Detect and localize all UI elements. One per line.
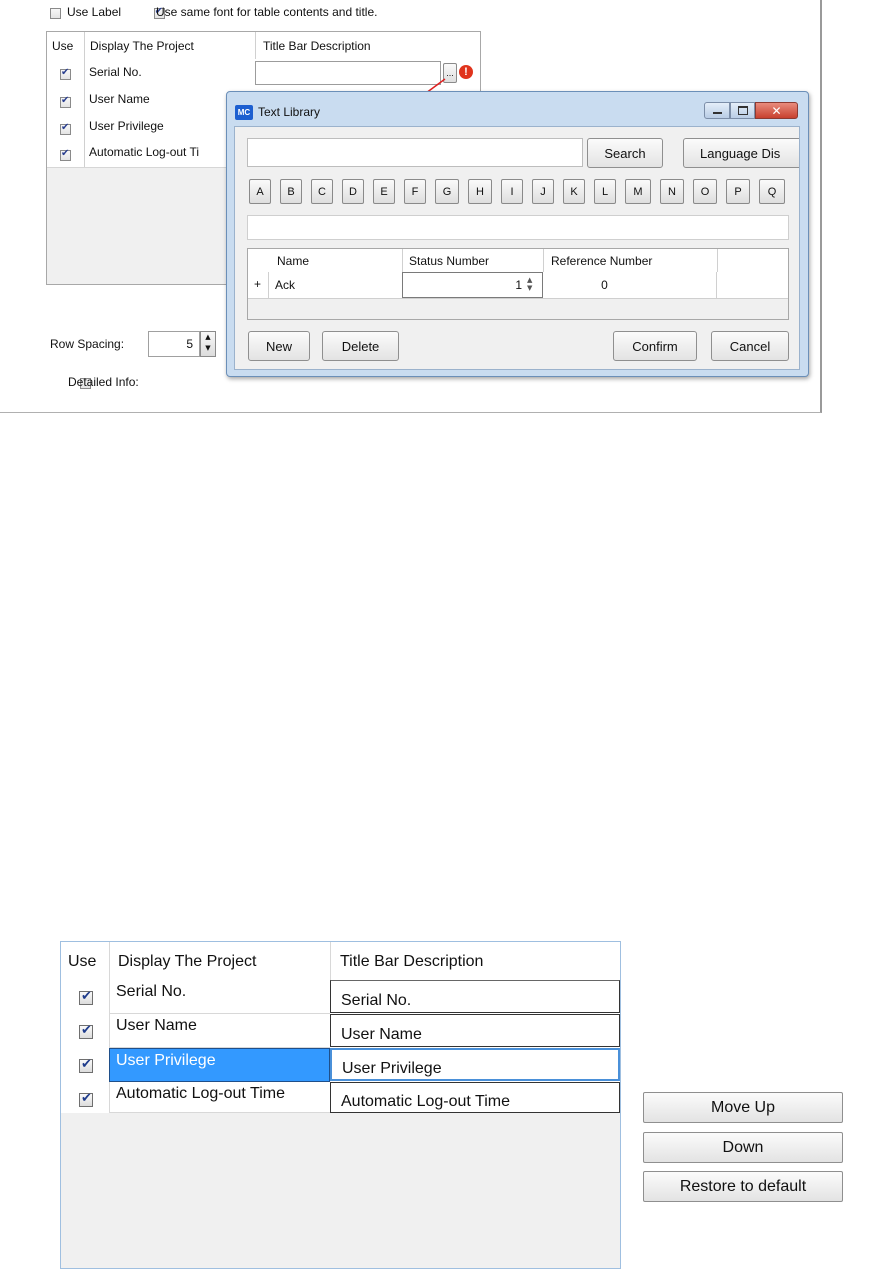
use-label-checkbox[interactable] — [50, 8, 61, 19]
row-title-bar-field[interactable]: Automatic Log-out Time — [330, 1082, 620, 1113]
row-spacing-label: Row Spacing: — [50, 337, 125, 351]
row-title-bar-field[interactable]: Serial No. — [330, 980, 620, 1013]
row-display-name: Automatic Log-out Time — [109, 1082, 330, 1113]
header-divider — [109, 942, 110, 980]
header-use: Use — [52, 39, 74, 53]
client-area: Search Language Dis A B C D E F G H I J … — [234, 126, 800, 370]
cancel-button[interactable]: Cancel — [711, 331, 789, 361]
row-use-checkbox[interactable] — [79, 1091, 93, 1107]
letter-button-g[interactable]: G — [435, 179, 459, 204]
language-display-button[interactable]: Language Dis — [683, 138, 799, 168]
row-title-bar-field[interactable]: User Privilege — [330, 1048, 620, 1081]
letter-button-c[interactable]: C — [311, 179, 333, 204]
row-display-name: User Name — [89, 92, 150, 106]
table-row-selected[interactable]: User Privilege User Privilege — [61, 1048, 620, 1082]
search-button[interactable]: Search — [587, 138, 663, 168]
header-name: Name — [277, 254, 310, 268]
name-cell[interactable]: Ack — [268, 272, 402, 298]
confirm-button[interactable]: Confirm — [613, 331, 697, 361]
letter-button-f[interactable]: F — [404, 179, 426, 204]
delete-button[interactable]: Delete — [322, 331, 399, 361]
warning-icon: ! — [459, 65, 473, 79]
row-display-name: Serial No. — [89, 65, 142, 79]
letter-button-p[interactable]: P — [726, 179, 750, 204]
close-button[interactable]: ✕ — [755, 102, 798, 119]
header-divider — [255, 32, 256, 59]
row-use-checkbox[interactable] — [79, 989, 93, 1005]
table-row[interactable]: Serial No. Serial No. — [61, 980, 620, 1014]
letter-button-q[interactable]: Q — [759, 179, 785, 204]
table-row[interactable]: + Ack 1 ▲ ▼ 0 — [248, 272, 788, 299]
header-divider — [543, 249, 544, 272]
row-use-checkbox[interactable] — [60, 67, 71, 80]
header-reference-number: Reference Number — [551, 254, 653, 268]
search-input[interactable] — [247, 138, 583, 167]
library-table: Name Status Number Reference Number + Ac… — [247, 248, 789, 320]
restore-default-button[interactable]: Restore to default — [643, 1171, 843, 1202]
letter-button-i[interactable]: I — [501, 179, 523, 204]
table-row[interactable]: User Name User Name — [61, 1014, 620, 1048]
status-number-cell[interactable]: 1 — [402, 272, 543, 298]
row-display-name: User Privilege — [89, 119, 164, 133]
column-divider — [84, 59, 85, 167]
row-display-name: User Name — [109, 1014, 330, 1048]
row-use-checkbox[interactable] — [79, 1057, 93, 1073]
use-label-text: Use Label — [67, 5, 122, 19]
letter-button-a[interactable]: A — [249, 179, 271, 204]
letter-button-n[interactable]: N — [660, 179, 684, 204]
letter-button-d[interactable]: D — [342, 179, 364, 204]
move-up-button[interactable]: Move Up — [643, 1092, 843, 1123]
header-title-bar-description: Title Bar Description — [340, 953, 484, 970]
table-row[interactable]: Automatic Log-out Time Automatic Log-out… — [61, 1082, 620, 1113]
row-spacing-input[interactable]: 5 — [148, 331, 200, 357]
text-library-window: MC Text Library ✕ Search Language Dis A … — [226, 91, 809, 377]
row-display-name: Serial No. — [109, 980, 330, 1014]
letter-button-h[interactable]: H — [468, 179, 492, 204]
new-button[interactable]: New — [248, 331, 310, 361]
maximize-icon — [737, 106, 748, 115]
filter-field[interactable] — [247, 215, 789, 240]
status-spinner-icon[interactable]: ▲ ▼ — [527, 276, 532, 292]
letter-button-m[interactable]: M — [625, 179, 651, 204]
property-dialog: Use Label Use same font for table conten… — [0, 0, 822, 413]
zoomed-column-table: Use Display The Project Title Bar Descri… — [60, 941, 621, 1269]
expand-icon[interactable]: + — [254, 277, 261, 291]
library-table-header — [248, 249, 788, 273]
minimize-button[interactable] — [704, 102, 730, 119]
row-use-checkbox[interactable] — [60, 148, 71, 161]
maximize-button[interactable] — [730, 102, 755, 119]
header-divider — [402, 249, 403, 272]
app-icon: MC — [235, 105, 253, 120]
header-display-project: Display The Project — [118, 953, 257, 970]
window-title: Text Library — [258, 105, 321, 119]
letter-button-k[interactable]: K — [563, 179, 585, 204]
header-divider — [717, 249, 718, 272]
header-divider — [330, 942, 331, 980]
row-spacing-spinner[interactable]: ▲ ▼ — [200, 331, 216, 357]
row-title-bar-field[interactable]: User Name — [330, 1014, 620, 1047]
row-use-checkbox[interactable] — [79, 1023, 93, 1039]
header-use: Use — [68, 953, 97, 970]
letter-button-e[interactable]: E — [373, 179, 395, 204]
letter-button-j[interactable]: J — [532, 179, 554, 204]
header-divider — [84, 32, 85, 59]
row-display-name: Automatic Log-out Ti — [89, 145, 200, 159]
row-use-checkbox[interactable] — [60, 95, 71, 108]
minimize-icon — [712, 112, 722, 114]
header-display-project: Display The Project — [90, 39, 194, 53]
letter-button-o[interactable]: O — [693, 179, 717, 204]
reference-number-cell[interactable]: 0 — [543, 272, 717, 298]
detailed-info-label: Detailed Info: — [68, 375, 139, 389]
row-display-name: User Privilege — [109, 1048, 330, 1082]
down-button[interactable]: Down — [643, 1132, 843, 1163]
letter-button-b[interactable]: B — [280, 179, 302, 204]
letter-button-l[interactable]: L — [594, 179, 616, 204]
same-font-text: Use same font for table contents and tit… — [156, 5, 378, 19]
header-title-bar-description: Title Bar Description — [263, 39, 371, 53]
close-icon: ✕ — [771, 103, 782, 118]
row-use-checkbox[interactable] — [60, 122, 71, 135]
header-status-number: Status Number — [409, 254, 490, 268]
